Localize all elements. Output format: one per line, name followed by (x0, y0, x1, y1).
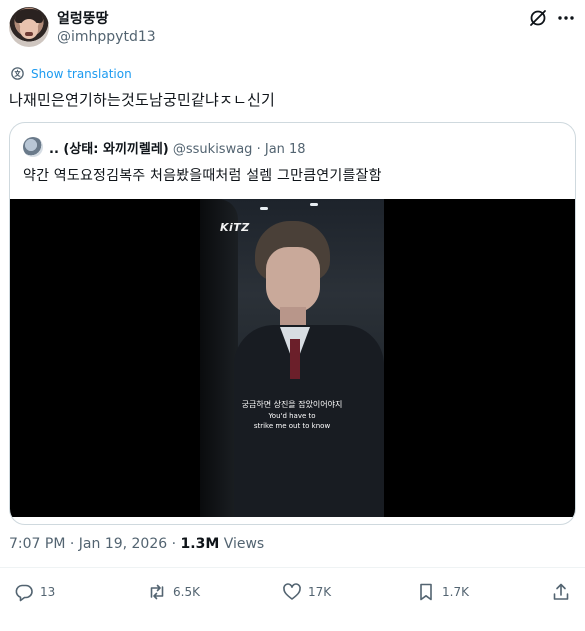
quoted-separator: · (256, 142, 261, 157)
show-translation-link[interactable]: Show translation (10, 66, 132, 81)
video-subtitle-korean: 궁금하면 상진을 잡았이어야지 (241, 400, 343, 409)
bookmark-button[interactable]: 1.7K (416, 582, 469, 602)
show-translation-label: Show translation (31, 66, 132, 81)
tweet-text: 나재민은연기하는것도남궁민같냐ㅈㄴ신기 (9, 91, 276, 109)
author-avatar[interactable] (9, 7, 49, 47)
more-icon[interactable] (556, 8, 576, 28)
quoted-avatar[interactable] (23, 137, 43, 157)
video-subtitle-english-line2: strike me out to know (253, 422, 331, 430)
like-button[interactable]: 17K (282, 582, 331, 602)
video-figure-left (200, 199, 238, 517)
author-handle[interactable]: @imhppytd13 (57, 29, 156, 45)
video-figure-tie (290, 339, 300, 379)
views-label: Views (223, 536, 265, 552)
quoted-handle[interactable]: @ssukiswag (173, 142, 253, 157)
like-icon (283, 583, 301, 600)
quoted-media[interactable]: KiTZ 궁금하면 상진을 잡았이어야지 You'd have to strik… (10, 199, 575, 517)
reply-icon (15, 584, 33, 602)
video-figure-face (266, 247, 320, 313)
translate-icon (11, 67, 24, 80)
video-channel-logo: KiTZ (220, 221, 250, 234)
quoted-display-name[interactable]: .. (상태: 와끼끼렐레) (49, 142, 169, 157)
author-display-name[interactable]: 얼렁뚱땅 (57, 8, 109, 28)
like-count: 17K (308, 585, 332, 599)
bookmark-icon (420, 583, 432, 601)
meta-separator: · (171, 536, 177, 552)
quoted-date[interactable]: Jan 18 (265, 142, 306, 157)
quoted-header: .. (상태: 와끼끼렐레) @ssukiswag · Jan 18 (49, 138, 306, 157)
tweet-meta: 7:07 PM · Jan 19, 2026 · 1.3M Views (9, 536, 264, 552)
action-bar: 13 6.5K 17K 1.7K (0, 582, 585, 610)
share-button[interactable] (551, 582, 571, 602)
divider (0, 567, 585, 568)
video-subtitle-english: You'd have to strike me out to know (200, 411, 384, 431)
share-icon (553, 583, 569, 600)
reply-count: 13 (40, 585, 56, 599)
grok-icon[interactable] (528, 8, 548, 28)
video-frame[interactable]: KiTZ 궁금하면 상진을 잡았이어야지 You'd have to strik… (200, 199, 384, 517)
repost-count: 6.5K (173, 585, 200, 599)
repost-icon (150, 584, 164, 600)
repost-button[interactable]: 6.5K (147, 582, 200, 602)
avatar-face (20, 19, 38, 39)
video-ceiling-light (260, 207, 268, 210)
tweet-time[interactable]: 7:07 PM (9, 536, 65, 552)
tweet-date[interactable]: Jan 19, 2026 (79, 536, 167, 552)
quoted-text: 약간 역도요정김복주 처음봤을때처럼 설렘 그만큼연기를잘함 (23, 168, 382, 184)
views-count: 1.3M (180, 536, 220, 552)
reply-button[interactable]: 13 (14, 582, 55, 602)
video-ceiling-light (310, 203, 318, 206)
quoted-tweet[interactable]: .. (상태: 와끼끼렐레) @ssukiswag · Jan 18 약간 역도… (9, 122, 576, 525)
bookmark-count: 1.7K (442, 585, 469, 599)
avatar-mouth (25, 32, 33, 36)
video-subtitle-english-line1: You'd have to (268, 412, 316, 420)
meta-separator: · (69, 536, 75, 552)
